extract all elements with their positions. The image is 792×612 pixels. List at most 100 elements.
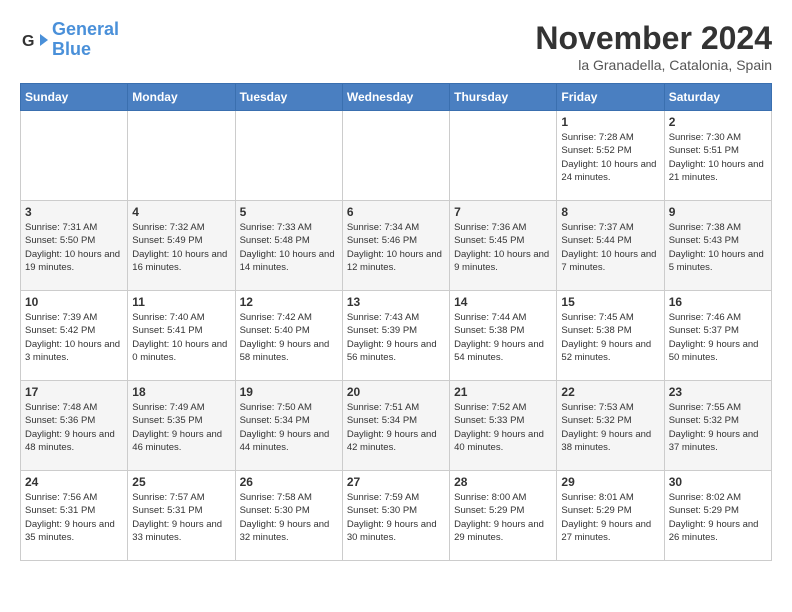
- calendar-cell: 9Sunrise: 7:38 AM Sunset: 5:43 PM Daylig…: [664, 201, 771, 291]
- day-info: Sunrise: 7:37 AM Sunset: 5:44 PM Dayligh…: [561, 221, 659, 274]
- month-title: November 2024: [535, 20, 772, 57]
- day-number: 26: [240, 475, 338, 489]
- calendar-cell: 4 Sunrise: 7:32 AM Sunset: 5:49 PM Daylig…: [128, 201, 235, 291]
- calendar-cell: 27 Sunrise: 7:59 AM Sunset: 5:30 PM Dayli…: [342, 471, 449, 561]
- day-number: 10: [25, 295, 123, 309]
- calendar-cell: 20 Sunrise: 7:51 AM Sunset: 5:34 PM Dayli…: [342, 381, 449, 471]
- day-info: Sunrise: 7:28 AM Sunset: 5:52 PM Dayligh…: [561, 131, 659, 184]
- calendar-cell: 2 Sunrise: 7:30 AM Sunset: 5:51 PM Daylig…: [664, 111, 771, 201]
- day-info: Sunrise: 7:55 AM Sunset: 5:32 PM Dayligh…: [669, 401, 767, 454]
- day-info: Sunrise: 8:02 AM Sunset: 5:29 PM Dayligh…: [669, 491, 767, 544]
- title-area: November 2024 la Granadella, Catalonia, …: [535, 20, 772, 73]
- day-header: Wednesday: [342, 84, 449, 111]
- calendar-cell: 13 Sunrise: 7:43 AM Sunset: 5:39 PM Dayli…: [342, 291, 449, 381]
- day-info: Sunrise: 7:59 AM Sunset: 5:30 PM Dayligh…: [347, 491, 445, 544]
- calendar-cell: [128, 111, 235, 201]
- calendar-cell: 7 Sunrise: 7:36 AM Sunset: 5:45 PM Daylig…: [450, 201, 557, 291]
- day-info: Sunrise: 7:40 AM Sunset: 5:41 PM Dayligh…: [132, 311, 230, 364]
- calendar-cell: [235, 111, 342, 201]
- calendar-cell: 15 Sunrise: 7:45 AM Sunset: 5:38 PM Dayli…: [557, 291, 664, 381]
- day-info: Sunrise: 7:49 AM Sunset: 5:35 PM Dayligh…: [132, 401, 230, 454]
- logo-line2: Blue: [52, 39, 91, 59]
- day-number: 25: [132, 475, 230, 489]
- calendar-cell: 6 Sunrise: 7:34 AM Sunset: 5:46 PM Daylig…: [342, 201, 449, 291]
- day-number: 11: [132, 295, 230, 309]
- header: G General Blue November 2024 la Granadel…: [20, 20, 772, 73]
- day-info: Sunrise: 7:52 AM Sunset: 5:33 PM Dayligh…: [454, 401, 552, 454]
- day-number: 7: [454, 205, 552, 219]
- calendar-cell: 28 Sunrise: 8:00 AM Sunset: 5:29 PM Dayli…: [450, 471, 557, 561]
- calendar-cell: [21, 111, 128, 201]
- day-number: 21: [454, 385, 552, 399]
- day-number: 22: [561, 385, 659, 399]
- day-info: Sunrise: 7:34 AM Sunset: 5:46 PM Dayligh…: [347, 221, 445, 274]
- calendar-cell: 25 Sunrise: 7:57 AM Sunset: 5:31 PM Dayli…: [128, 471, 235, 561]
- location: la Granadella, Catalonia, Spain: [535, 57, 772, 73]
- calendar-cell: 11 Sunrise: 7:40 AM Sunset: 5:41 PM Dayli…: [128, 291, 235, 381]
- day-number: 15: [561, 295, 659, 309]
- calendar-cell: 22 Sunrise: 7:53 AM Sunset: 5:32 PM Dayli…: [557, 381, 664, 471]
- day-info: Sunrise: 7:39 AM Sunset: 5:42 PM Dayligh…: [25, 311, 123, 364]
- calendar-cell: 18Sunrise: 7:49 AM Sunset: 5:35 PM Dayli…: [128, 381, 235, 471]
- svg-text:G: G: [22, 33, 34, 50]
- day-info: Sunrise: 7:45 AM Sunset: 5:38 PM Dayligh…: [561, 311, 659, 364]
- calendar-header: SundayMondayTuesdayWednesdayThursdayFrid…: [21, 84, 772, 111]
- logo: G General Blue: [20, 20, 119, 60]
- calendar-cell: 17Sunrise: 7:48 AM Sunset: 5:36 PM Dayli…: [21, 381, 128, 471]
- day-header: Monday: [128, 84, 235, 111]
- calendar-cell: 1 Sunrise: 7:28 AM Sunset: 5:52 PM Daylig…: [557, 111, 664, 201]
- day-info: Sunrise: 7:31 AM Sunset: 5:50 PM Dayligh…: [25, 221, 123, 274]
- day-number: 19: [240, 385, 338, 399]
- day-info: Sunrise: 7:42 AM Sunset: 5:40 PM Dayligh…: [240, 311, 338, 364]
- day-header: Saturday: [664, 84, 771, 111]
- calendar-cell: 23 Sunrise: 7:55 AM Sunset: 5:32 PM Dayli…: [664, 381, 771, 471]
- calendar-cell: 8 Sunrise: 7:37 AM Sunset: 5:44 PM Daylig…: [557, 201, 664, 291]
- calendar-week-row: 1 Sunrise: 7:28 AM Sunset: 5:52 PM Daylig…: [21, 111, 772, 201]
- calendar-cell: 12Sunrise: 7:42 AM Sunset: 5:40 PM Dayli…: [235, 291, 342, 381]
- calendar-body: 1 Sunrise: 7:28 AM Sunset: 5:52 PM Daylig…: [21, 111, 772, 561]
- day-number: 23: [669, 385, 767, 399]
- day-info: Sunrise: 7:33 AM Sunset: 5:48 PM Dayligh…: [240, 221, 338, 274]
- day-number: 30: [669, 475, 767, 489]
- calendar-cell: 21 Sunrise: 7:52 AM Sunset: 5:33 PM Dayli…: [450, 381, 557, 471]
- logo-text: General Blue: [52, 20, 119, 60]
- calendar-cell: [342, 111, 449, 201]
- day-number: 1: [561, 115, 659, 129]
- day-info: Sunrise: 8:00 AM Sunset: 5:29 PM Dayligh…: [454, 491, 552, 544]
- day-number: 20: [347, 385, 445, 399]
- calendar-cell: 16Sunrise: 7:46 AM Sunset: 5:37 PM Dayli…: [664, 291, 771, 381]
- day-number: 16: [669, 295, 767, 309]
- day-info: Sunrise: 7:57 AM Sunset: 5:31 PM Dayligh…: [132, 491, 230, 544]
- day-number: 4: [132, 205, 230, 219]
- day-info: Sunrise: 7:30 AM Sunset: 5:51 PM Dayligh…: [669, 131, 767, 184]
- day-header: Tuesday: [235, 84, 342, 111]
- day-info: Sunrise: 7:32 AM Sunset: 5:49 PM Dayligh…: [132, 221, 230, 274]
- day-number: 8: [561, 205, 659, 219]
- day-number: 6: [347, 205, 445, 219]
- day-info: Sunrise: 7:48 AM Sunset: 5:36 PM Dayligh…: [25, 401, 123, 454]
- logo-line1: General: [52, 19, 119, 39]
- day-info: Sunrise: 7:43 AM Sunset: 5:39 PM Dayligh…: [347, 311, 445, 364]
- day-number: 13: [347, 295, 445, 309]
- day-info: Sunrise: 7:36 AM Sunset: 5:45 PM Dayligh…: [454, 221, 552, 274]
- day-number: 27: [347, 475, 445, 489]
- day-number: 28: [454, 475, 552, 489]
- calendar-cell: 14 Sunrise: 7:44 AM Sunset: 5:38 PM Dayli…: [450, 291, 557, 381]
- calendar-table: SundayMondayTuesdayWednesdayThursdayFrid…: [20, 83, 772, 561]
- day-number: 2: [669, 115, 767, 129]
- day-info: Sunrise: 7:38 AM Sunset: 5:43 PM Dayligh…: [669, 221, 767, 274]
- calendar-cell: 19Sunrise: 7:50 AM Sunset: 5:34 PM Dayli…: [235, 381, 342, 471]
- day-info: Sunrise: 7:51 AM Sunset: 5:34 PM Dayligh…: [347, 401, 445, 454]
- day-header: Thursday: [450, 84, 557, 111]
- day-number: 14: [454, 295, 552, 309]
- calendar-week-row: 24Sunrise: 7:56 AM Sunset: 5:31 PM Dayli…: [21, 471, 772, 561]
- logo-icon: G: [20, 26, 48, 54]
- day-info: Sunrise: 7:58 AM Sunset: 5:30 PM Dayligh…: [240, 491, 338, 544]
- day-info: Sunrise: 7:53 AM Sunset: 5:32 PM Dayligh…: [561, 401, 659, 454]
- calendar-cell: 24Sunrise: 7:56 AM Sunset: 5:31 PM Dayli…: [21, 471, 128, 561]
- calendar-cell: 10 Sunrise: 7:39 AM Sunset: 5:42 PM Dayli…: [21, 291, 128, 381]
- day-info: Sunrise: 7:44 AM Sunset: 5:38 PM Dayligh…: [454, 311, 552, 364]
- day-header: Friday: [557, 84, 664, 111]
- calendar-cell: 26 Sunrise: 7:58 AM Sunset: 5:30 PM Dayli…: [235, 471, 342, 561]
- calendar-week-row: 3Sunrise: 7:31 AM Sunset: 5:50 PM Daylig…: [21, 201, 772, 291]
